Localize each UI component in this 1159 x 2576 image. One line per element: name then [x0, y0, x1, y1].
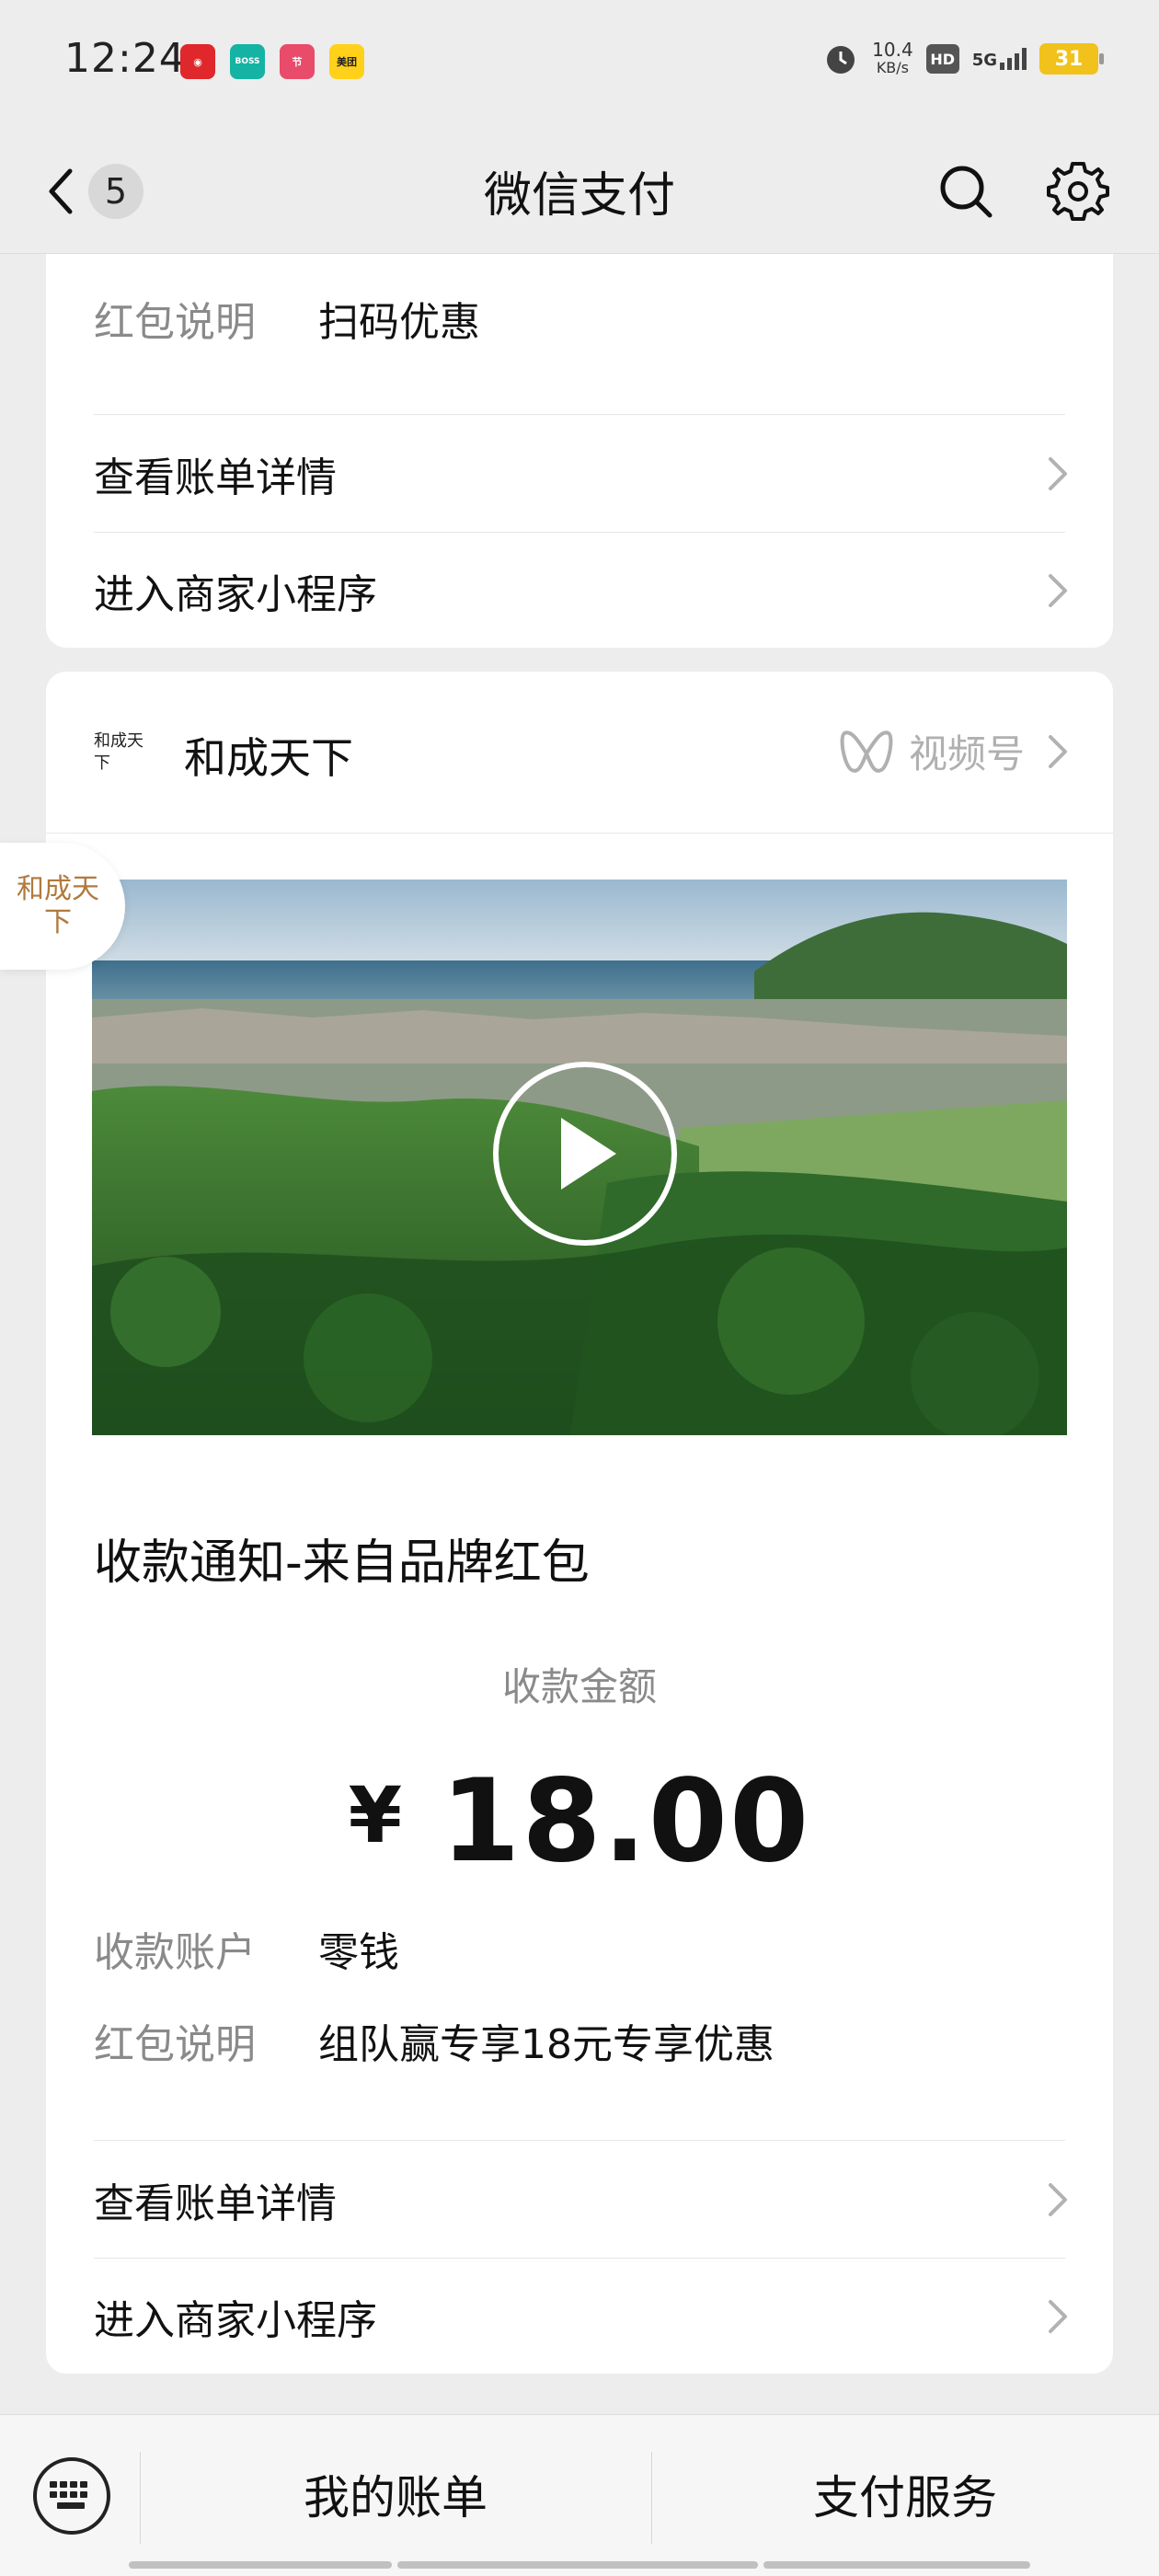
network-type: 5G [971, 51, 997, 70]
meituan-icon: 美团 [329, 44, 364, 79]
view-bill-details-label: 查看账单详情 [94, 2180, 337, 2227]
video-thumbnail[interactable] [92, 880, 1067, 1435]
chevron-right-icon [1039, 733, 1076, 770]
channels-label: 视频号 [908, 731, 1025, 776]
chevron-right-icon [1039, 2298, 1076, 2335]
settings-button[interactable] [1041, 155, 1115, 228]
chevron-right-icon [1039, 455, 1076, 492]
payment-card: 和成天下 和成天下 视频号 收款通知-来自品牌红包 收款金额 ¥ 18.00 收… [46, 672, 1113, 2374]
notice-title: 收款通知-来自品牌红包 [94, 1535, 590, 1591]
network-speed-value: 10.4 [872, 39, 913, 61]
view-bill-details-label: 查看账单详情 [94, 454, 337, 501]
play-icon [561, 1118, 616, 1190]
status-app-icons: ◉ BOSS 节 美团 [180, 44, 364, 79]
remark-value: 组队赢专享18元专享优惠 [318, 2021, 775, 2068]
status-bar: 12:24 ◉ BOSS 节 美团 10.4 KB/s HD 5G 31 [0, 0, 1159, 129]
keyboard-button[interactable] [33, 2457, 110, 2535]
keyboard-icon [50, 2481, 87, 2509]
play-button[interactable] [493, 1062, 677, 1246]
battery-icon: 31 [1039, 43, 1104, 75]
account-label: 收款账户 [94, 1929, 256, 1976]
remark-row: 红包说明 扫码优惠 [94, 289, 480, 348]
brand-header[interactable]: 和成天下 和成天下 视频号 [46, 672, 1113, 834]
view-bill-details-link[interactable]: 查看账单详情 [94, 2141, 1076, 2259]
remark-label: 红包说明 [94, 299, 256, 346]
remark-row: 红包说明 组队赢专享18元专享优惠 [94, 2011, 775, 2070]
enter-mini-program-label: 进入商家小程序 [94, 2297, 377, 2344]
bottom-bar: 我的账单 支付服务 [0, 2414, 1159, 2576]
status-indicators: 10.4 KB/s HD 5G 31 [822, 40, 1104, 77]
brand-logo: 和成天下 [94, 731, 143, 773]
home-indicator [397, 2561, 758, 2569]
pay-services-tab[interactable]: 支付服务 [651, 2461, 1159, 2527]
gear-icon [1047, 162, 1109, 221]
status-time: 12:24 [64, 35, 186, 82]
enter-mini-program-link[interactable]: 进入商家小程序 [94, 2258, 1076, 2375]
boss-live-icon: BOSS [230, 44, 265, 79]
hd-badge: HD [925, 44, 959, 74]
floating-brand-bubble[interactable]: 和成天下 [0, 843, 125, 970]
network-speed: 10.4 KB/s [872, 40, 913, 77]
festival-app-icon: 节 [280, 44, 315, 79]
payment-card-previous: 红包说明 扫码优惠 查看账单详情 进入商家小程序 [46, 254, 1113, 648]
amount-label: 收款金额 [501, 1664, 657, 1709]
home-indicator [763, 2561, 1030, 2569]
search-icon [940, 166, 993, 218]
remark-value: 扫码优惠 [318, 299, 480, 346]
amount-value: 18.00 [441, 1755, 811, 1888]
signal-icon: 5G [972, 48, 1027, 70]
my-bills-tab[interactable]: 我的账单 [140, 2461, 651, 2527]
enter-mini-program-label: 进入商家小程序 [94, 571, 377, 618]
currency-symbol: ¥ [348, 1770, 405, 1860]
account-value: 零钱 [318, 1929, 399, 1976]
nav-bar: 5 微信支付 [0, 129, 1159, 254]
network-speed-unit: KB/s [876, 59, 910, 76]
netease-music-icon: ◉ [180, 44, 215, 79]
chevron-right-icon [1039, 2181, 1076, 2218]
account-row: 收款账户 零钱 [94, 1919, 399, 1978]
amount-display: ¥18.00 [46, 1755, 1113, 1888]
view-bill-details-link[interactable]: 查看账单详情 [94, 415, 1076, 533]
brand-name: 和成天下 [184, 733, 353, 783]
remark-label: 红包说明 [94, 2021, 256, 2068]
channels-icon [840, 730, 893, 773]
channels-link[interactable]: 视频号 [839, 723, 1076, 779]
home-indicator [129, 2561, 392, 2569]
alarm-icon [827, 46, 855, 74]
chevron-right-icon [1039, 572, 1076, 609]
enter-mini-program-link[interactable]: 进入商家小程序 [94, 532, 1076, 650]
search-button[interactable] [929, 155, 1003, 228]
